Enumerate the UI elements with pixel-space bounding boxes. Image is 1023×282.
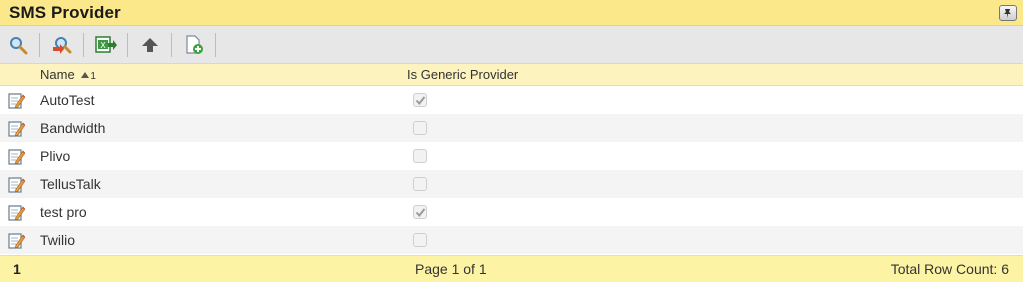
toolbar-separator [215, 32, 216, 57]
title-bar-button[interactable] [999, 4, 1017, 21]
toolbar-separator [83, 32, 84, 57]
table-row: Bandwidth [0, 114, 1023, 142]
generic-checkbox [413, 121, 427, 135]
svg-text:X: X [100, 41, 106, 50]
total-row-count: Total Row Count: 6 [890, 261, 1009, 277]
row-name: test pro [40, 204, 87, 220]
page-title: SMS Provider [9, 2, 121, 22]
column-name-label: Name [40, 67, 75, 82]
grid-header: Name 1 Is Generic Provider [0, 64, 1023, 86]
title-bar: SMS Provider [0, 0, 1023, 26]
export-excel-button[interactable]: X [91, 32, 121, 58]
row-name: Plivo [40, 148, 71, 164]
grid-body: AutoTest Bandwidth Plivo TellusTalk test… [0, 86, 1023, 254]
clear-search-icon [53, 36, 72, 54]
edit-icon[interactable] [8, 204, 25, 221]
sms-provider-panel: SMS Provider X Name 1 Is Generic Provide… [0, 0, 1023, 282]
edit-icon[interactable] [8, 148, 25, 165]
row-name: AutoTest [40, 92, 95, 108]
sort-ascending-icon [81, 72, 90, 78]
pin-icon [1004, 8, 1011, 18]
table-row: test pro [0, 198, 1023, 226]
row-name: TellusTalk [40, 176, 101, 192]
page-number-link[interactable]: 1 [13, 261, 21, 277]
table-row: AutoTest [0, 86, 1023, 114]
edit-icon[interactable] [8, 92, 25, 109]
new-record-button[interactable] [179, 32, 209, 58]
clear-search-button[interactable] [47, 32, 77, 58]
generic-checkbox [413, 149, 427, 163]
edit-icon[interactable] [8, 176, 25, 193]
generic-checkbox [413, 177, 427, 191]
row-name: Bandwidth [40, 120, 106, 136]
column-header-generic[interactable]: Is Generic Provider [407, 67, 518, 82]
generic-checkbox [413, 205, 427, 219]
check-icon [415, 207, 425, 217]
search-button[interactable] [3, 32, 33, 58]
new-record-icon [186, 34, 203, 54]
toolbar-separator [127, 32, 128, 57]
toolbar-separator [171, 32, 172, 57]
export-excel-icon: X [95, 35, 117, 53]
grid-footer: 1 Page 1 of 1 Total Row Count: 6 [0, 255, 1023, 282]
upload-button[interactable] [135, 32, 165, 58]
page-info: Page 1 of 1 [415, 261, 487, 277]
generic-checkbox [413, 93, 427, 107]
check-icon [415, 95, 425, 105]
search-icon [10, 36, 28, 54]
generic-checkbox [413, 233, 427, 247]
upload-icon [142, 37, 158, 52]
edit-icon[interactable] [8, 232, 25, 249]
table-row: Plivo [0, 142, 1023, 170]
column-header-name[interactable]: Name 1 [40, 67, 96, 82]
toolbar-separator [39, 32, 40, 57]
edit-icon[interactable] [8, 120, 25, 137]
toolbar: X [0, 26, 1023, 64]
table-row: Twilio [0, 226, 1023, 254]
table-row: TellusTalk [0, 170, 1023, 198]
row-name: Twilio [40, 232, 76, 248]
sort-order-number: 1 [90, 71, 96, 82]
